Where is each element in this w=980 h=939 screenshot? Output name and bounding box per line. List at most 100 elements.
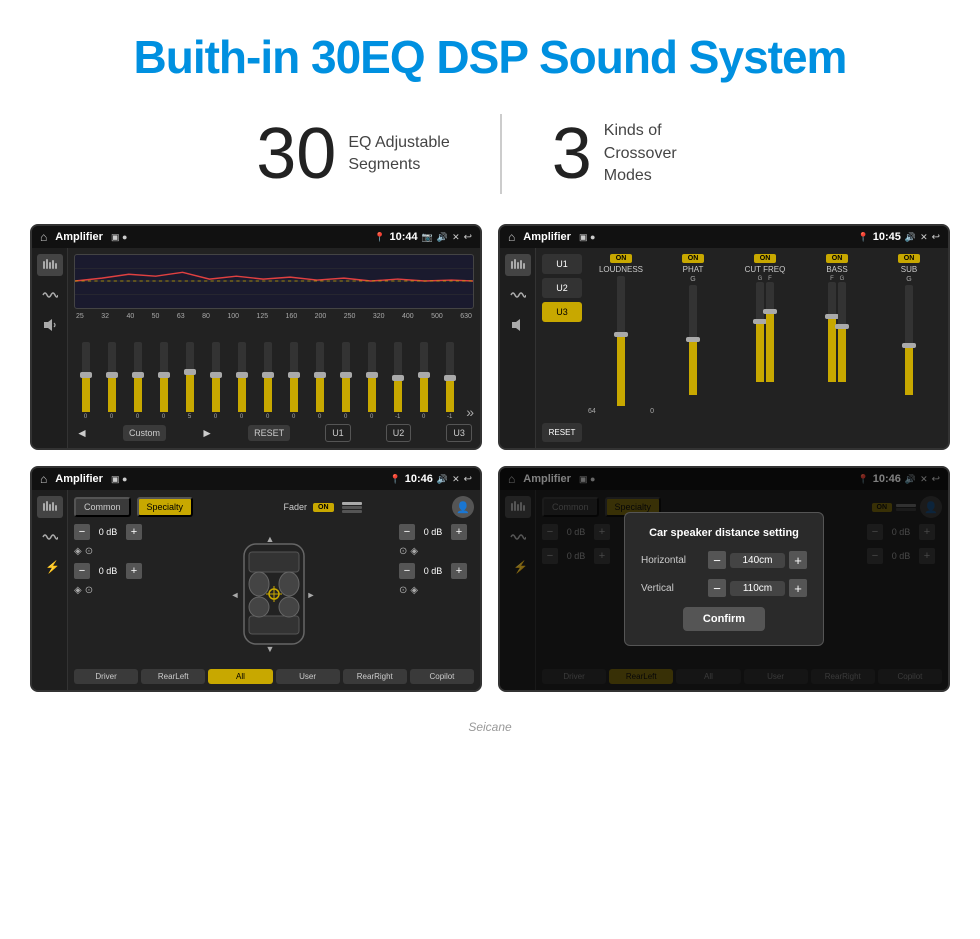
loudness-label: LOUDNESS — [599, 265, 643, 274]
crossover-reset-btn[interactable]: RESET — [542, 423, 582, 442]
speaker-sidebar: ⚡ — [32, 490, 68, 690]
loudness-slider[interactable] — [617, 276, 625, 406]
cutfreq-f-slider[interactable] — [766, 282, 774, 382]
eq-u3-btn[interactable]: U3 — [446, 424, 472, 442]
eq-slider-9[interactable]: 0 — [282, 342, 305, 420]
speaker-close-icon: ✕ — [452, 474, 460, 485]
crossover-u2-btn[interactable]: U2 — [542, 278, 582, 298]
eq-prev-icon[interactable]: ◄ — [76, 426, 88, 440]
eq-reset-btn[interactable]: RESET — [248, 425, 290, 441]
db-minus-3[interactable]: − — [399, 524, 415, 540]
crossover-home-icon[interactable]: ⌂ — [508, 230, 515, 244]
speaker-sidebar-eq[interactable] — [37, 496, 63, 518]
eq-slider-12[interactable]: 0 — [360, 342, 383, 420]
crossover-channels: ON LOUDNESS 640 ON PHAT — [588, 254, 942, 442]
home-icon[interactable]: ⌂ — [40, 230, 47, 244]
db-value-2: 0 dB — [94, 566, 122, 576]
eq-freq-labels: 25 32 40 50 63 80 100 125 160 200 250 32… — [74, 313, 474, 320]
phat-slider[interactable] — [689, 285, 697, 395]
speaker-body: ⚡ Common Specialty Fader ON 👤 — [32, 490, 480, 690]
back-icon[interactable]: ↩ — [464, 232, 472, 243]
eq-time: 10:44 — [389, 231, 417, 243]
eq-slider-14[interactable]: 0 — [412, 342, 435, 420]
crossover-u1-btn[interactable]: U1 — [542, 254, 582, 274]
sub-slider[interactable] — [905, 285, 913, 395]
stat-eq: 30 EQ AdjustableSegments — [206, 118, 500, 190]
sub-on[interactable]: ON — [898, 254, 921, 263]
eq-sidebar-eq[interactable] — [37, 254, 63, 276]
svg-text:▲: ▲ — [266, 534, 275, 544]
eq-slider-1[interactable]: 0 — [74, 342, 97, 420]
db-plus-4[interactable]: + — [451, 563, 467, 579]
db-row-4: − 0 dB + — [399, 563, 474, 579]
driver-btn[interactable]: Driver — [74, 669, 138, 684]
eq-u2-btn[interactable]: U2 — [386, 424, 412, 442]
stats-row: 30 EQ AdjustableSegments 3 Kinds ofCross… — [0, 104, 980, 224]
horizontal-minus-btn[interactable]: − — [708, 551, 726, 569]
eq-sidebar-volume[interactable] — [37, 314, 63, 336]
confirm-button[interactable]: Confirm — [683, 607, 765, 631]
bass-g-slider[interactable] — [838, 282, 846, 382]
cutfreq-on[interactable]: ON — [754, 254, 777, 263]
crossover-u3-btn[interactable]: U3 — [542, 302, 582, 322]
vertical-plus-btn[interactable]: + — [789, 579, 807, 597]
crossover-sidebar-volume[interactable] — [505, 314, 531, 336]
eq-u1-btn[interactable]: U1 — [325, 424, 351, 442]
crossover-sidebar-eq[interactable] — [505, 254, 531, 276]
crossover-status-bar: ⌂ Amplifier ▣ ● 📍 10:45 🔊 ✕ ↩ — [500, 226, 948, 248]
bass-f-slider[interactable] — [828, 282, 836, 382]
sub-label: SUB — [901, 265, 917, 274]
crossover-back-icon[interactable]: ↩ — [932, 232, 940, 243]
eq-slider-5[interactable]: 5 — [178, 342, 201, 420]
speaker-sidebar-wave[interactable] — [37, 526, 63, 548]
speaker-icons-right: ⊙ ◈ — [399, 546, 474, 557]
horizontal-value: 140cm — [730, 553, 785, 568]
eq-slider-6[interactable]: 0 — [204, 342, 227, 420]
bass-label: BASS — [826, 265, 847, 274]
speaker-specialty-tab[interactable]: Specialty — [137, 497, 194, 517]
speaker-note-icon-2: ◈ — [410, 585, 418, 596]
db-plus-3[interactable]: + — [451, 524, 467, 540]
eq-slider-4[interactable]: 0 — [152, 342, 175, 420]
eq-sidebar-wave[interactable] — [37, 284, 63, 306]
db-plus-2[interactable]: + — [126, 563, 142, 579]
phat-on[interactable]: ON — [682, 254, 705, 263]
speaker-back-icon[interactable]: ↩ — [464, 474, 472, 485]
eq-slider-8[interactable]: 0 — [256, 342, 279, 420]
eq-play-icon[interactable]: ► — [201, 426, 213, 440]
horizontal-plus-btn[interactable]: + — [789, 551, 807, 569]
rearright-btn[interactable]: RearRight — [343, 669, 407, 684]
eq-custom-btn[interactable]: Custom — [123, 425, 166, 441]
cutfreq-g-slider[interactable] — [756, 282, 764, 382]
db-value-4: 0 dB — [419, 566, 447, 576]
db-minus-2[interactable]: − — [74, 563, 90, 579]
eq-slider-13[interactable]: -1 — [386, 342, 409, 420]
eq-slider-11[interactable]: 0 — [334, 342, 357, 420]
page-header: Buith-in 30EQ DSP Sound System — [0, 0, 980, 104]
speaker-rear-right-icon: ⊙ — [399, 585, 407, 596]
speaker-common-tab[interactable]: Common — [74, 497, 131, 517]
db-row-3: − 0 dB + — [399, 524, 474, 540]
crossover-sidebar-wave[interactable] — [505, 284, 531, 306]
eq-slider-2[interactable]: 0 — [100, 342, 123, 420]
all-btn[interactable]: All — [208, 669, 272, 684]
db-plus-1[interactable]: + — [126, 524, 142, 540]
db-minus-4[interactable]: − — [399, 563, 415, 579]
speaker-home-icon[interactable]: ⌂ — [40, 472, 47, 486]
vertical-minus-btn[interactable]: − — [708, 579, 726, 597]
fader-on-badge: ON — [313, 503, 334, 512]
eq-slider-15[interactable]: -1 — [438, 342, 461, 420]
eq-slider-10[interactable]: 0 — [308, 342, 331, 420]
loudness-on[interactable]: ON — [610, 254, 633, 263]
bass-on[interactable]: ON — [826, 254, 849, 263]
db-minus-1[interactable]: − — [74, 524, 90, 540]
eq-slider-7[interactable]: 0 — [230, 342, 253, 420]
copilot-btn[interactable]: Copilot — [410, 669, 474, 684]
db-row-2: − 0 dB + — [74, 563, 149, 579]
speaker-sidebar-bt[interactable]: ⚡ — [37, 556, 63, 578]
rearleft-btn[interactable]: RearLeft — [141, 669, 205, 684]
svg-text:►: ► — [307, 590, 316, 600]
user-btn[interactable]: User — [276, 669, 340, 684]
stat-eq-number: 30 — [256, 118, 336, 190]
eq-slider-3[interactable]: 0 — [126, 342, 149, 420]
